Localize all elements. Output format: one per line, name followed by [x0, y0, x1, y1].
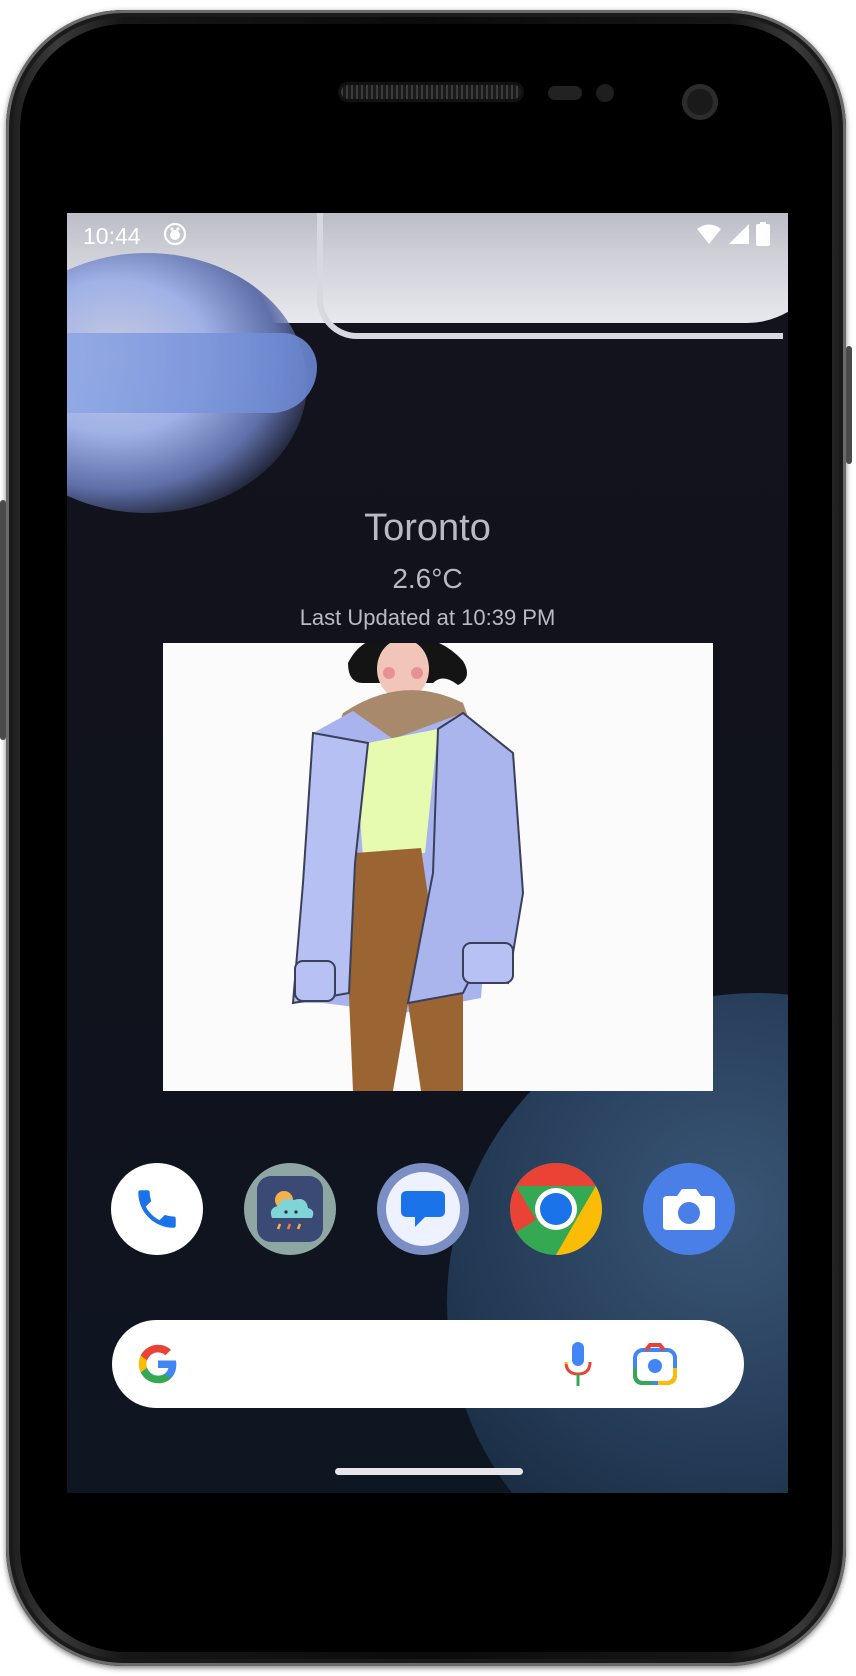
camera-app[interactable]: [643, 1163, 735, 1255]
phone-icon: [138, 1190, 176, 1228]
weather-temperature: 2.6°C: [392, 563, 463, 594]
google-lens-icon[interactable]: [632, 1342, 678, 1386]
messages-app[interactable]: [377, 1163, 469, 1255]
gesture-nav-handle[interactable]: [335, 1468, 523, 1475]
status-icons: [696, 222, 770, 246]
microphone-icon[interactable]: [558, 1340, 598, 1388]
front-camera: [682, 84, 718, 120]
outfit-illustration[interactable]: [163, 643, 713, 1091]
app-dock: [67, 1163, 788, 1263]
google-search-bar[interactable]: [112, 1320, 744, 1408]
status-time: 10:44: [83, 223, 141, 249]
weather-cloud-icon: [270, 1191, 314, 1230]
earpiece-speaker: [338, 82, 524, 102]
camera-icon: [663, 1189, 715, 1230]
wifi-icon: [697, 224, 721, 244]
wallpaper-blue-shape: [67, 333, 317, 413]
volume-button: [846, 346, 852, 464]
home-screen: 10:44 Toronto 2.6°C Last Updated at 10:3…: [67, 213, 788, 1493]
weather-app-tile: [257, 1176, 323, 1242]
chrome-icon: [510, 1163, 602, 1255]
status-bar: 10:44: [67, 213, 788, 257]
phone-app[interactable]: [111, 1163, 203, 1255]
app-notification-icon: [163, 222, 187, 246]
messages-inner: [386, 1172, 460, 1246]
weather-city[interactable]: Toronto: [67, 507, 788, 550]
weather-outfit-app[interactable]: [244, 1163, 336, 1255]
outfit-figure: [291, 643, 525, 1091]
google-g-icon[interactable]: [136, 1342, 180, 1386]
battery-icon: [756, 222, 770, 246]
light-sensor: [596, 84, 614, 102]
proximity-sensor: [548, 86, 582, 100]
signal-icon: [729, 224, 749, 244]
weather-last-updated: Last Updated at 10:39 PM: [299, 605, 556, 630]
chrome-app[interactable]: [510, 1163, 602, 1255]
messages-icon: [401, 1191, 445, 1227]
power-button: [0, 500, 6, 740]
